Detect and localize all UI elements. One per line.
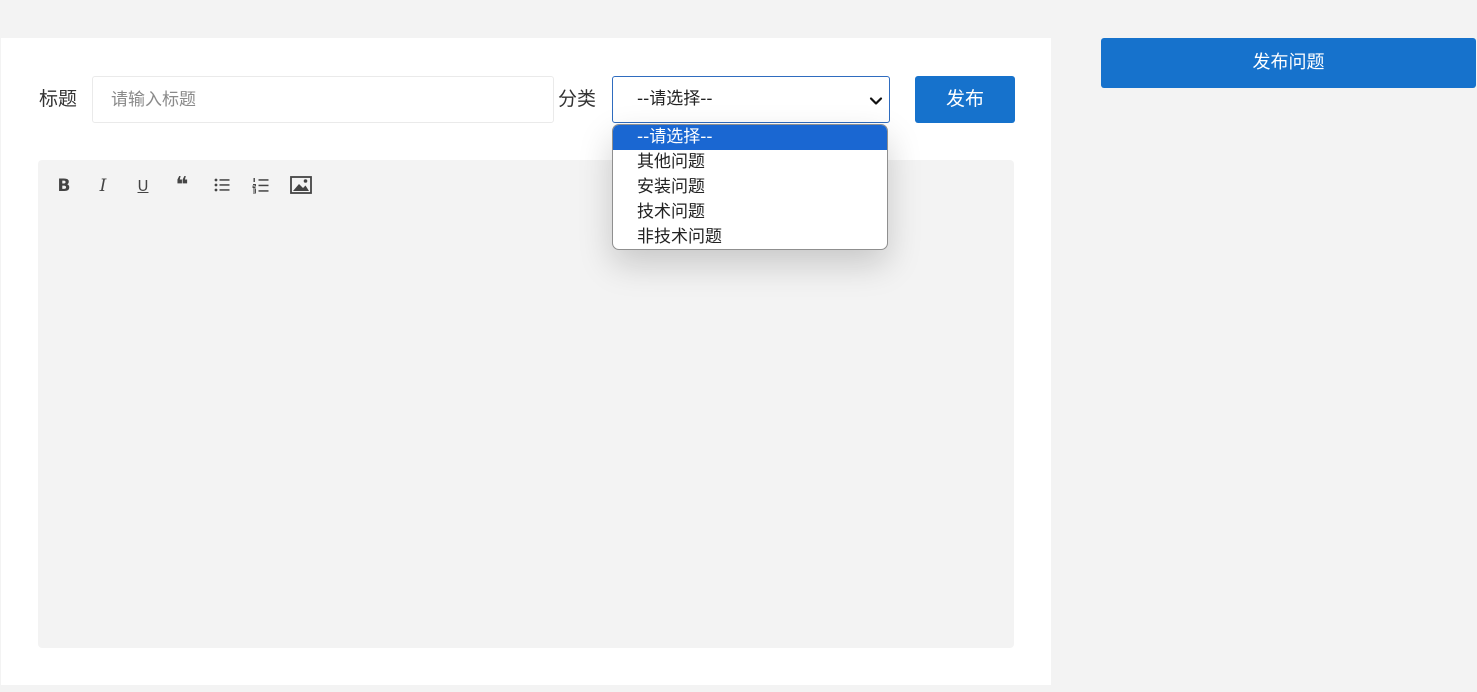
form-header-row: 标题 分类 --请选择-- 发布 [39,76,1015,123]
quote-icon[interactable]: ❝ [170,174,194,198]
category-selected-value: --请选择-- [637,89,713,109]
title-input[interactable] [92,76,554,123]
dropdown-option[interactable]: 非技术问题 [613,225,887,249]
image-icon[interactable] [289,174,313,198]
dropdown-option[interactable]: 其他问题 [613,150,887,175]
italic-icon[interactable]: I [91,174,115,198]
ask-question-button[interactable]: 发布问题 [1101,38,1476,88]
question-form-card: 标题 分类 --请选择-- 发布 B I U ❝ [1,38,1051,685]
underline-icon[interactable]: U [131,174,155,198]
category-label: 分类 [558,88,597,110]
dropdown-option[interactable]: 技术问题 [613,200,887,225]
chevron-down-icon [869,93,883,107]
publish-button[interactable]: 发布 [915,76,1015,123]
category-select[interactable]: --请选择-- [612,76,890,123]
bullet-list-icon[interactable] [210,174,234,198]
dropdown-option[interactable]: 安装问题 [613,175,887,200]
bold-icon[interactable]: B [52,174,76,198]
category-dropdown-list: --请选择-- 其他问题 安装问题 技术问题 非技术问题 [612,124,888,250]
numbered-list-icon[interactable] [249,174,273,198]
title-label: 标题 [39,88,78,110]
dropdown-option[interactable]: --请选择-- [613,125,887,150]
